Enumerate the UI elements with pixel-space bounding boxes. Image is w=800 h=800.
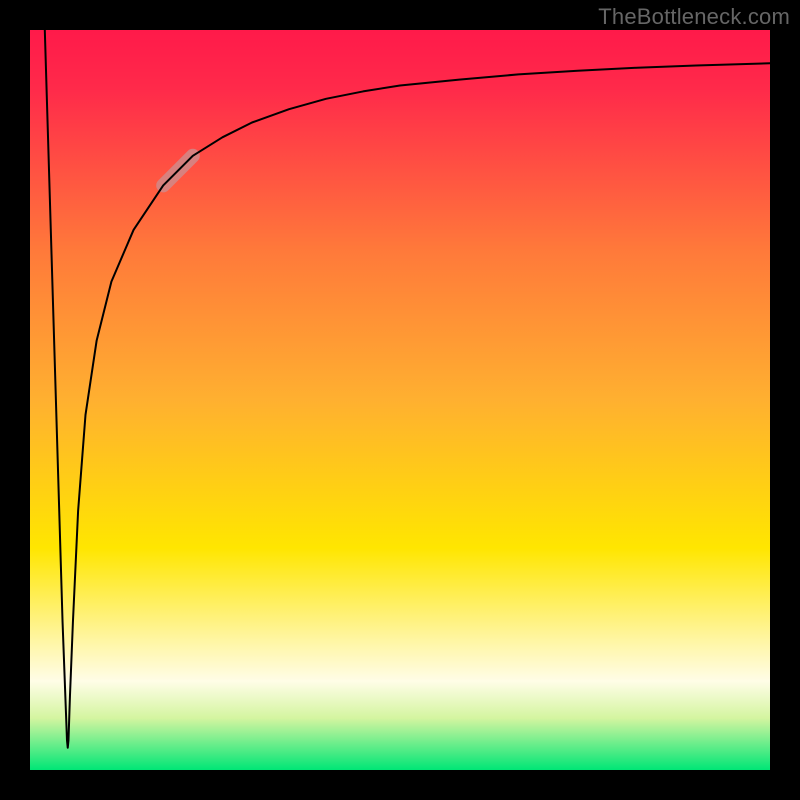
bottleneck-chart bbox=[0, 0, 800, 800]
chart-plot-background bbox=[30, 30, 770, 770]
watermark-text: TheBottleneck.com bbox=[598, 4, 790, 30]
